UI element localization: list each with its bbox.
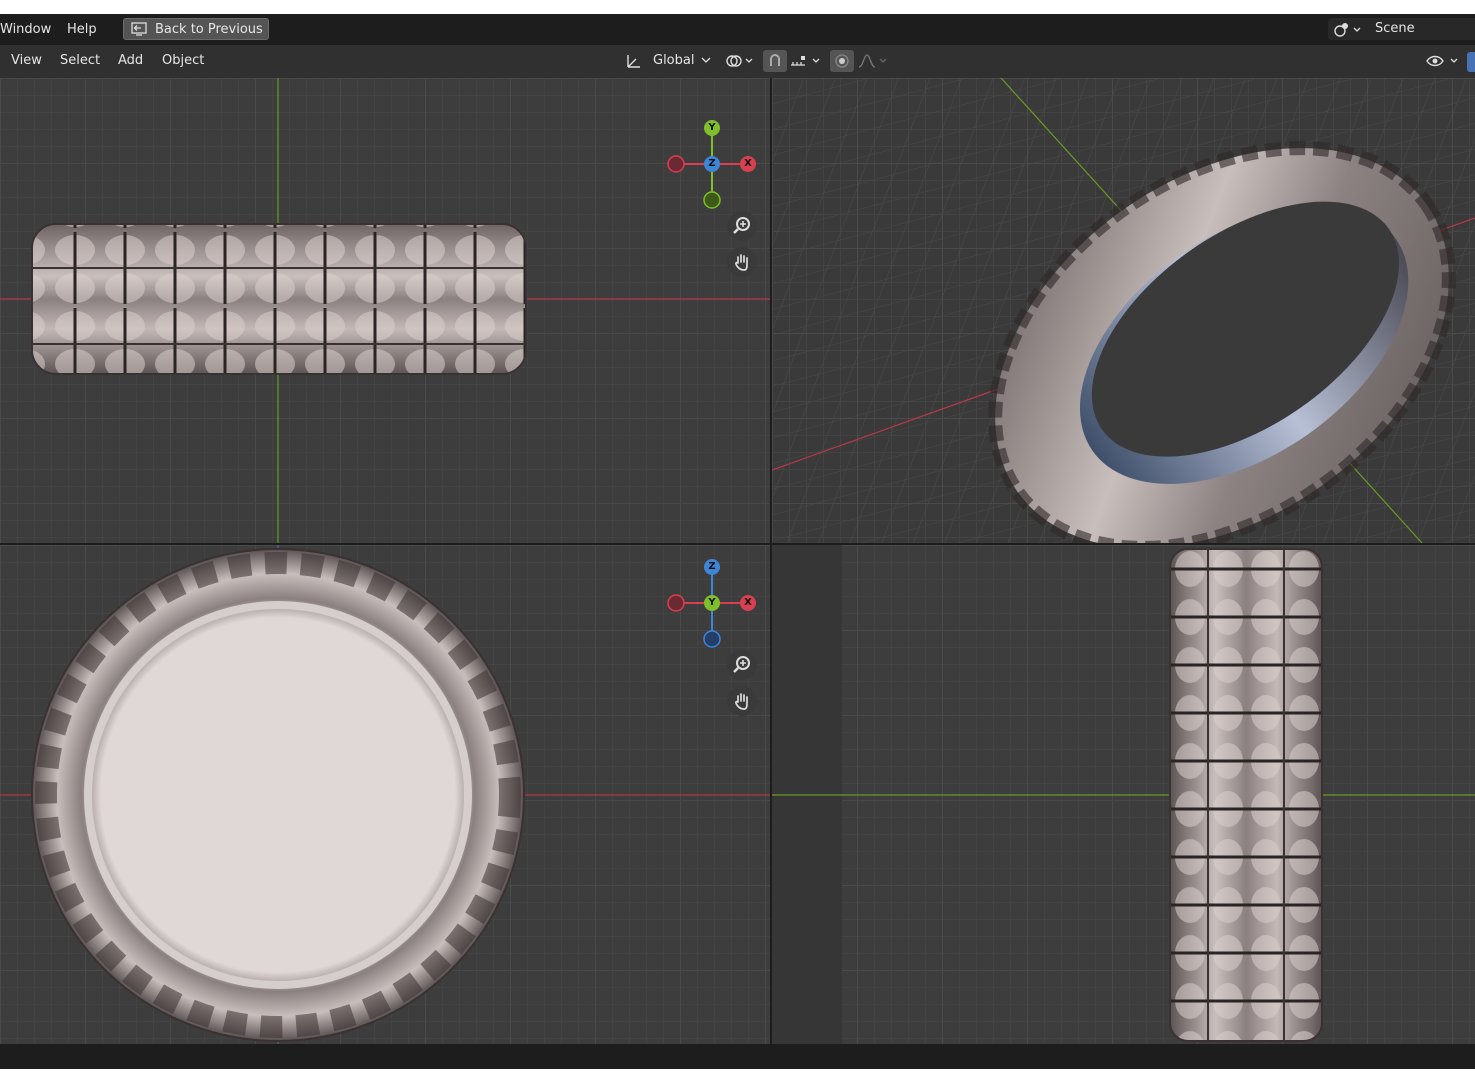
proportional-icon	[834, 53, 850, 73]
scene-icon	[1333, 21, 1363, 41]
menu-object[interactable]: Object	[162, 53, 204, 68]
back-to-previous-button[interactable]: Back to Previous	[123, 18, 269, 40]
gizmo-x-axis[interactable]: X	[740, 595, 756, 611]
viewport-divider-vertical[interactable]	[770, 78, 772, 1044]
menu-view[interactable]: View	[11, 53, 42, 68]
pan-button[interactable]	[727, 247, 757, 277]
chevron-down-icon	[701, 53, 711, 71]
pan-hand-icon	[735, 693, 748, 710]
gizmo-z-axis[interactable]: Z	[704, 559, 720, 575]
gizmo-y-axis[interactable]: Y	[704, 120, 720, 136]
pivot-icon	[724, 53, 756, 73]
overlay-toggle[interactable]	[1467, 52, 1475, 72]
snap-target-dropdown[interactable]	[788, 50, 824, 72]
viewport-top[interactable]: Y Z X	[0, 78, 770, 543]
orientation-label: Global	[653, 53, 695, 68]
orientation-dropdown[interactable]: Global	[621, 50, 715, 72]
status-bar	[0, 1044, 1475, 1069]
zoom-button[interactable]	[727, 211, 757, 241]
gizmo-x-axis[interactable]: X	[740, 156, 756, 172]
menu-add[interactable]: Add	[118, 53, 143, 68]
back-button-label: Back to Previous	[155, 22, 263, 37]
visibility-icon	[1425, 53, 1461, 73]
ring-front-view	[31, 548, 525, 1042]
viewport-side-canvas	[772, 545, 1475, 1044]
viewport-header: View Select Add Object Global	[0, 45, 1475, 78]
viewport-divider-horizontal[interactable]	[0, 543, 1475, 545]
viewport-perspective-canvas	[772, 78, 1475, 543]
snap-icon	[767, 53, 783, 73]
viewport-top-canvas	[0, 78, 770, 543]
snap-toggle[interactable]	[763, 50, 787, 72]
back-icon	[131, 22, 147, 40]
gizmo-y-axis[interactable]: Y	[704, 595, 720, 611]
proportional-toggle[interactable]	[830, 50, 854, 72]
falloff-icon	[857, 53, 889, 73]
falloff-dropdown[interactable]	[856, 50, 890, 72]
zoom-icon	[733, 217, 750, 234]
zoom-icon	[733, 656, 750, 673]
menu-help[interactable]: Help	[67, 22, 97, 37]
gizmo-z-axis[interactable]: Z	[704, 156, 720, 172]
viewport-side[interactable]	[772, 545, 1475, 1044]
snap-increment-icon	[789, 53, 823, 73]
pivot-dropdown[interactable]	[721, 50, 757, 72]
orientation-icon	[625, 52, 643, 74]
viewport-front-canvas	[0, 545, 770, 1044]
top-bar: Window Help Back to Previous Scene	[0, 14, 1475, 45]
scene-name: Scene	[1375, 21, 1415, 36]
visibility-dropdown[interactable]	[1423, 50, 1463, 72]
viewport-front[interactable]: Z Y X	[0, 545, 770, 1044]
menu-window[interactable]: Window	[0, 22, 51, 37]
scene-selector[interactable]: Scene	[1328, 18, 1475, 40]
viewport-perspective[interactable]	[772, 78, 1475, 543]
pan-button[interactable]	[727, 686, 757, 716]
menu-select[interactable]: Select	[60, 53, 100, 68]
zoom-button[interactable]	[727, 650, 757, 680]
pan-hand-icon	[735, 254, 748, 271]
